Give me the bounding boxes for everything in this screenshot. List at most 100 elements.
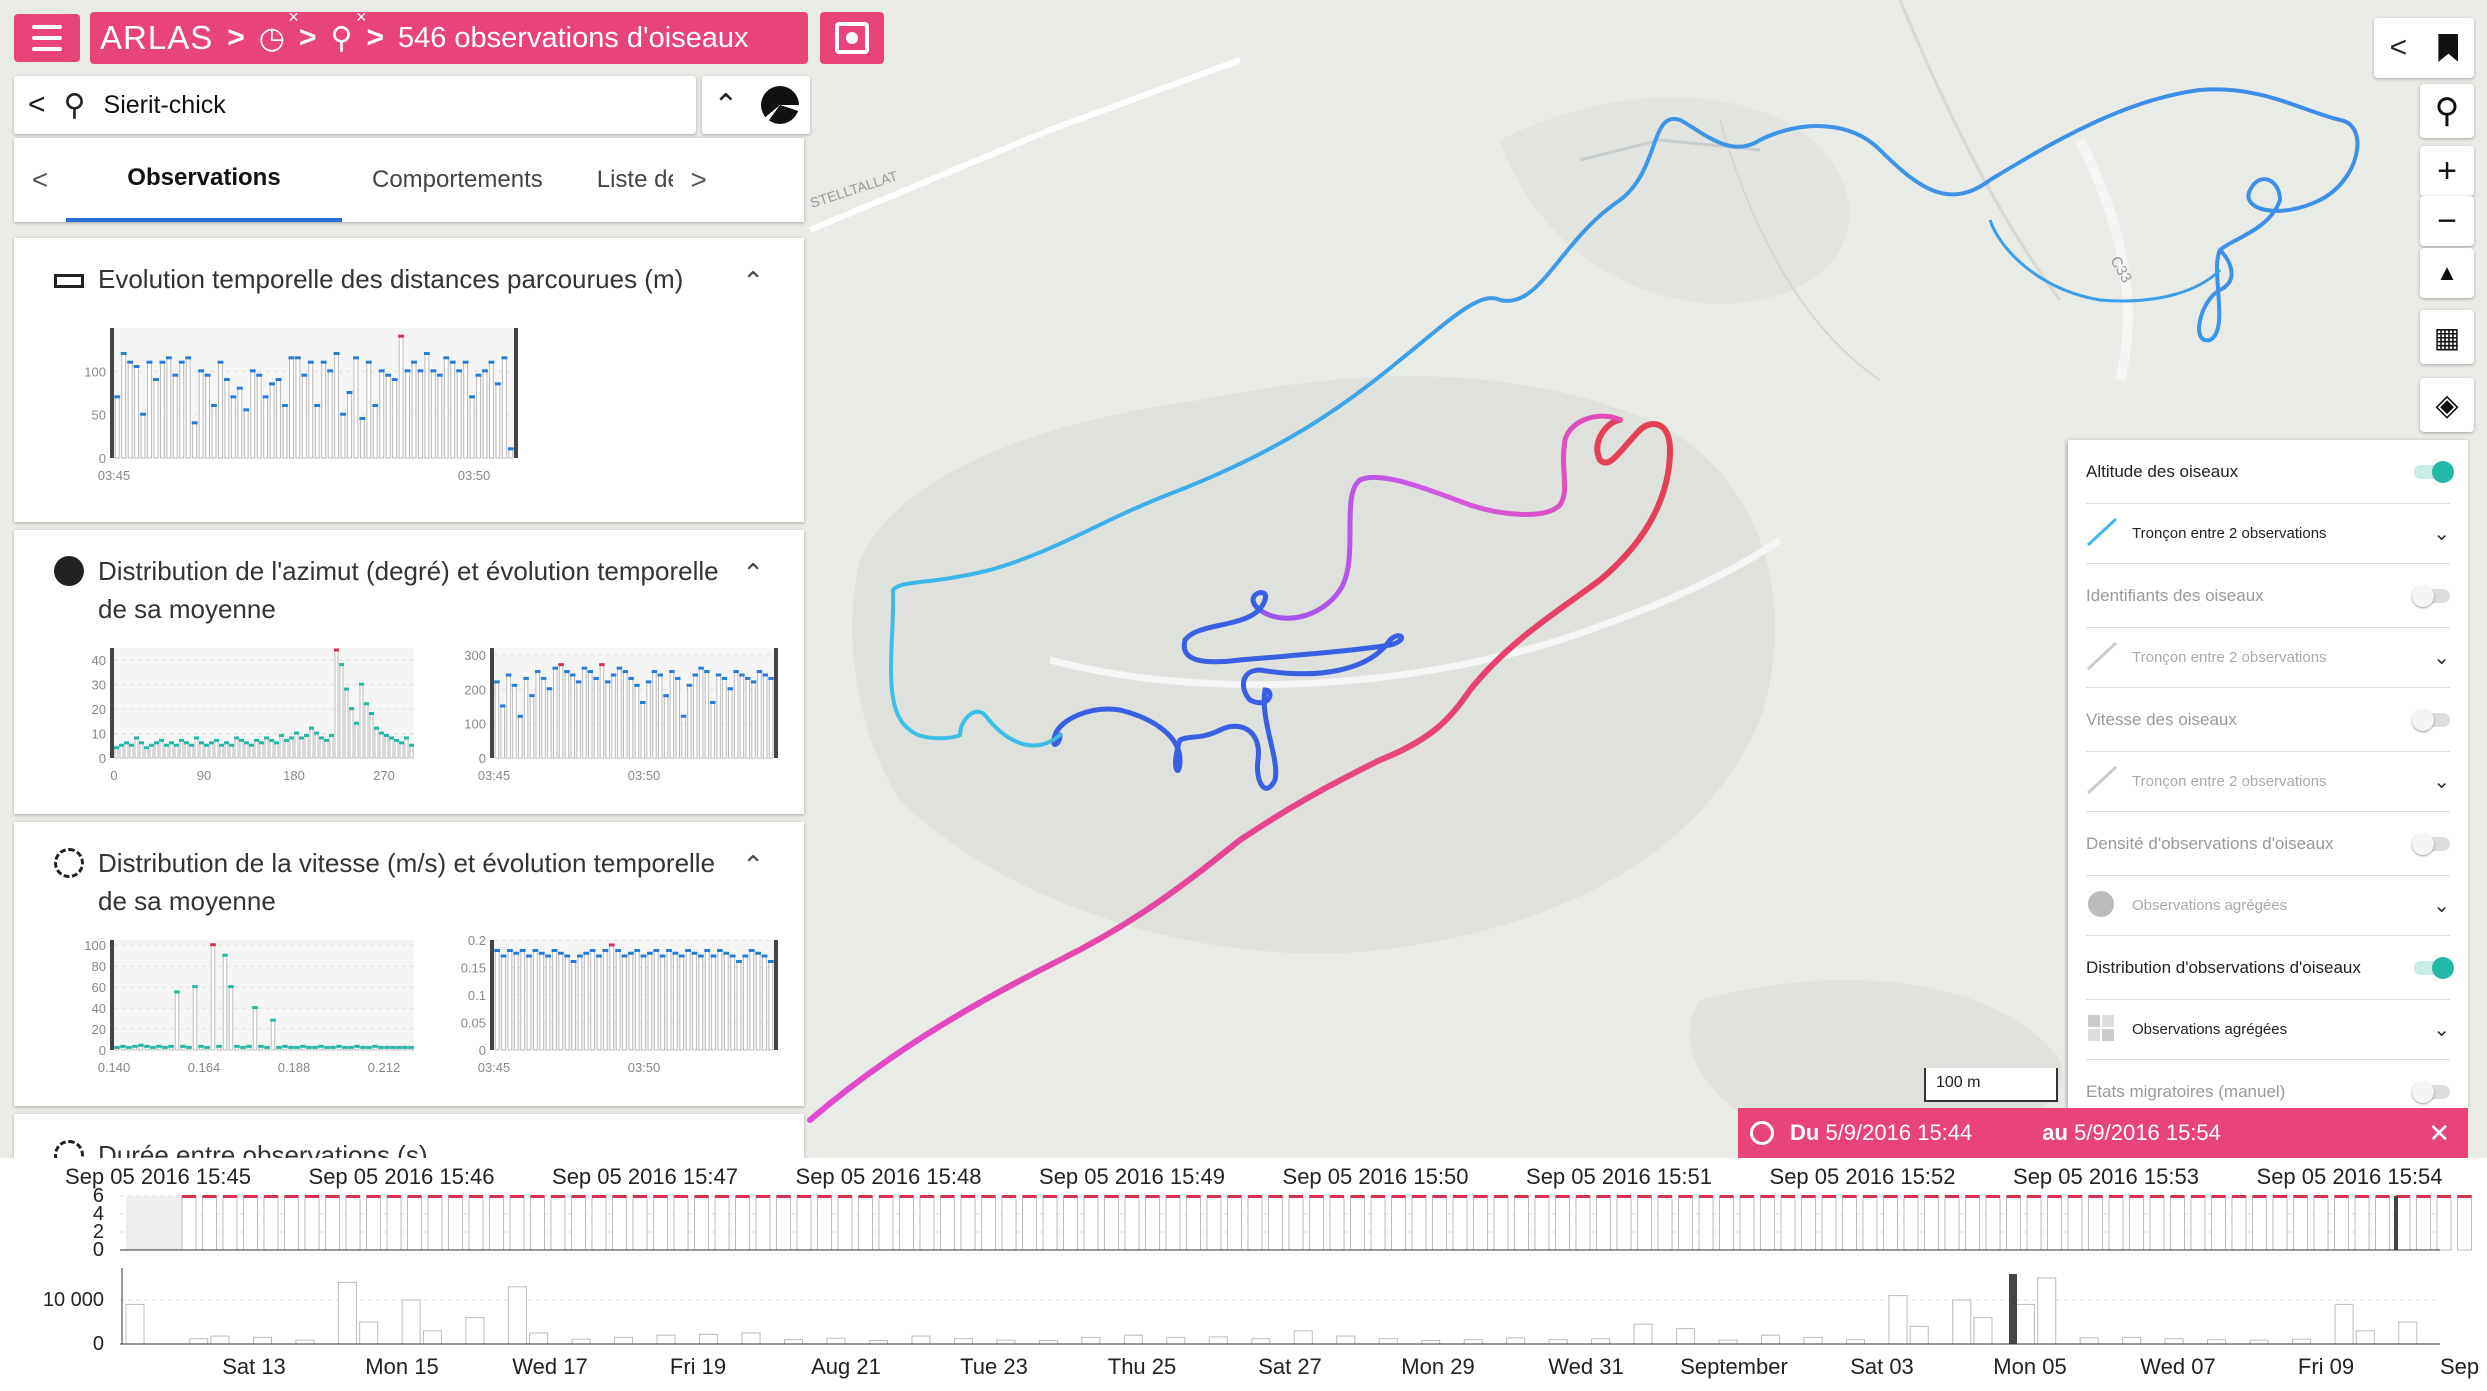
chart-bar-cap — [189, 743, 194, 747]
timeline-overview-bar — [868, 1339, 888, 1345]
tab-liste[interactable]: Liste des — [573, 138, 673, 222]
app-name[interactable]: ARLAS — [100, 19, 213, 57]
speed-mean-chart[interactable]: 0 0.05 0.1 0.15 0.2 03:45 03:50 — [414, 920, 794, 1100]
timeline-overview-tick: Sep 11 — [2440, 1354, 2487, 1379]
layer-toggle[interactable] — [2412, 1080, 2450, 1103]
timeline-bar — [1432, 1195, 1447, 1251]
timeline-overview-bar — [507, 1286, 527, 1345]
search-bar[interactable]: < ⚲ Sierit-chick — [14, 76, 696, 134]
layer-toggle[interactable] — [2414, 460, 2454, 483]
remove-search-filter-icon[interactable]: × — [356, 7, 367, 28]
timeline-bar — [796, 1195, 812, 1251]
chart-y-tick: 0.1 — [468, 988, 486, 1003]
timeline-bar — [1370, 1195, 1386, 1251]
chart-bar-cap — [191, 421, 198, 425]
chevron-up-icon[interactable]: ⌃ — [713, 88, 738, 123]
zoom-in-button[interactable]: + — [2420, 146, 2474, 196]
timeline-bar — [1063, 1195, 1078, 1251]
chart-bar-cap — [608, 943, 615, 947]
layer-toggle[interactable] — [2412, 584, 2450, 607]
chart-bar — [500, 705, 505, 759]
layers-button[interactable]: ◈ — [2420, 378, 2474, 432]
speed-distribution-chart[interactable]: 0 20 40 60 80 100 0.140 0.164 0.188 0.212 — [34, 920, 414, 1100]
chart-bar-cap — [306, 1045, 312, 1049]
chart-bar-cap — [756, 670, 763, 674]
tab-comportements[interactable]: Comportements — [342, 138, 573, 222]
chevron-down-icon[interactable]: ⌄ — [2433, 645, 2450, 670]
chart-bar — [742, 956, 748, 1051]
search-input[interactable]: Sierit-chick — [104, 91, 226, 120]
chevron-down-icon[interactable]: ⌄ — [2433, 1017, 2450, 1042]
focus-extent-button[interactable] — [820, 12, 884, 64]
chart-bar-cap — [417, 369, 424, 373]
chevron-down-icon[interactable]: ⌄ — [2433, 769, 2450, 794]
timeline-bar — [325, 1195, 340, 1251]
chart-bar — [652, 671, 657, 759]
chart-bar-cap — [210, 943, 216, 947]
chart-bar — [660, 956, 666, 1051]
layer-style[interactable]: Tronçon entre 2 observations ⌄ — [2086, 504, 2450, 564]
timeline-overview-bar — [1038, 1339, 1058, 1345]
chart-bar — [334, 353, 340, 459]
chart-bar-cap — [299, 736, 304, 740]
remove-time-filter-icon[interactable]: × — [288, 7, 299, 28]
timeline-overview-bar — [614, 1336, 634, 1345]
time-range-banner: Du 5/9/2016 15:44 au 5/9/2016 15:54 ✕ — [1738, 1108, 2468, 1158]
chart-bar — [482, 370, 488, 459]
chart-bar-cap — [366, 1045, 372, 1049]
layer-style[interactable]: Tronçon entre 2 observations ⌄ — [2086, 628, 2450, 688]
layer-style[interactable]: Tronçon entre 2 observations ⌄ — [2086, 752, 2450, 812]
timeline-bar-cap — [202, 1195, 217, 1198]
chart-bar-cap — [344, 687, 349, 691]
tab-next-icon[interactable]: > — [673, 164, 725, 196]
tab-prev-icon[interactable]: < — [14, 164, 66, 196]
chevron-up-icon[interactable]: ⌃ — [742, 850, 764, 881]
chevron-down-icon[interactable]: ⌄ — [2433, 893, 2450, 918]
pie-chart-icon[interactable] — [760, 86, 799, 124]
search-filter-icon[interactable]: ⚲ × — [330, 7, 366, 56]
tab-observations[interactable]: Observations — [66, 138, 342, 222]
chart-bar — [685, 950, 691, 1051]
close-icon[interactable]: ✕ — [2428, 1118, 2450, 1149]
distance-chart[interactable]: 0 50 100 03:45 03:50 — [34, 298, 794, 498]
chart-bar — [687, 685, 692, 759]
azimuth-mean-chart[interactable]: 0 100 200 300 03:45 03:50 — [414, 628, 794, 808]
layer-toggle[interactable] — [2412, 832, 2450, 855]
chart-bar-cap — [256, 373, 263, 377]
timeline-bar — [1391, 1195, 1406, 1251]
time-filter-icon[interactable]: ◷ × — [259, 7, 299, 56]
layer-style[interactable]: Observations agrégées ⌄ — [2086, 876, 2450, 936]
timeline-bar-cap — [1022, 1195, 1037, 1198]
layer-style[interactable]: Observations agrégées ⌄ — [2086, 1000, 2450, 1060]
chart-bar — [736, 961, 742, 1051]
map-search-button[interactable]: ⚲ — [2420, 84, 2474, 138]
timeline-overview-bar — [337, 1281, 357, 1345]
menu-button[interactable] — [14, 14, 80, 62]
chevron-up-icon[interactable]: ⌃ — [742, 558, 764, 589]
timeline-bar-cap — [2232, 1195, 2246, 1198]
chevron-up-icon[interactable]: ⌃ — [742, 266, 764, 297]
bookmark-icon[interactable] — [2438, 34, 2459, 62]
timeline-bar — [550, 1195, 566, 1251]
timeline-overview-bar — [359, 1321, 379, 1345]
timeline-bar — [837, 1195, 853, 1251]
collapse-right-panel[interactable]: < — [2374, 18, 2474, 78]
timeline-bar-cap — [981, 1195, 996, 1198]
grid-icon — [2086, 1013, 2120, 1047]
chart-bar — [768, 961, 774, 1051]
basemap-button[interactable]: ▦ — [2420, 310, 2474, 364]
compass-button[interactable]: ▲ — [2420, 248, 2474, 298]
chart-bar-cap — [622, 670, 628, 674]
timeline[interactable]: Sep 05 2016 15:45 Sep 05 2016 15:46 Sep 05… — [0, 1158, 2487, 1391]
zoom-out-button[interactable]: − — [2420, 196, 2474, 246]
layer-toggle[interactable] — [2414, 956, 2454, 979]
chevron-down-icon[interactable]: ⌄ — [2433, 521, 2450, 546]
timeline-bar — [1985, 1195, 2001, 1251]
chevron-left-icon[interactable]: < — [28, 88, 46, 122]
azimuth-distribution-chart[interactable]: 0 10 20 30 40 0 90 180 270 — [34, 628, 414, 808]
chevron-left-icon[interactable]: < — [2390, 31, 2408, 65]
chart-bar-cap — [628, 676, 634, 680]
chart-bar-cap — [114, 746, 119, 750]
layer-toggle[interactable] — [2412, 708, 2450, 731]
chart-bar — [198, 370, 204, 459]
